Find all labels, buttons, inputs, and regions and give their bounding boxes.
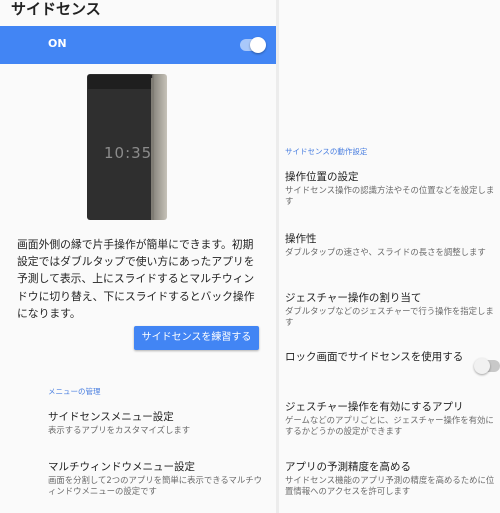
setting-title: 操作位置の設定 bbox=[285, 171, 359, 183]
master-switch-bar[interactable]: ON bbox=[0, 26, 276, 64]
toggle-knob bbox=[474, 358, 490, 374]
section-header-menu-management: メニューの管理 bbox=[48, 387, 101, 396]
setting-item-operation-position[interactable]: 操作位置の設定 サイドセンス操作の認識方法やその位置などを設定します bbox=[285, 170, 497, 207]
side-sense-main-panel: サイドセンス ON 10:35 画面外側の縁で片手操作が簡単にできます。初期設定… bbox=[0, 0, 276, 513]
setting-title: マルチウィンドウメニュー設定 bbox=[48, 461, 195, 473]
setting-title: 操作性 bbox=[285, 233, 317, 245]
setting-subtitle: ゲームなどのアプリごとに、ジェスチャー操作を有効にするかどうかの設定ができます bbox=[285, 415, 494, 436]
setting-subtitle: サイドセンス操作の認識方法やその位置などを設定します bbox=[285, 185, 495, 206]
setting-title: アプリの予測精度を高める bbox=[285, 461, 411, 473]
section-header-operation-settings: サイドセンスの動作設定 bbox=[285, 147, 368, 156]
setting-item-prediction-accuracy[interactable]: アプリの予測精度を高める サイドセンス機能のアプリ予測の精度を高めるために位置情… bbox=[285, 460, 497, 497]
setting-item-operability[interactable]: 操作性 ダブルタップの速さや、スライドの長さを調整します bbox=[285, 232, 497, 258]
setting-subtitle: 画面を分割して2つのアプリを簡単に表示できるマルチウィンドウメニューの設定です bbox=[48, 475, 262, 496]
feature-description: 画面外側の縁で片手操作が簡単にできます。初期設定ではダブルタップで使い方にあった… bbox=[17, 238, 255, 320]
setting-subtitle: サイドセンス機能のアプリ予測の精度を高めるために位置情報へのアクセスを許可します bbox=[285, 475, 495, 496]
setting-title: ジェスチャー操作を有効にするアプリ bbox=[285, 401, 464, 413]
setting-item-multi-window-menu[interactable]: マルチウィンドウメニュー設定 画面を分割して2つのアプリを簡単に表示できるマルチ… bbox=[48, 460, 268, 497]
setting-title: ジェスチャー操作の割り当て bbox=[285, 292, 422, 304]
setting-subtitle: 表示するアプリをカスタマイズします bbox=[48, 425, 191, 435]
lock-screen-toggle[interactable] bbox=[474, 358, 500, 374]
master-toggle[interactable] bbox=[240, 37, 266, 53]
setting-item-gesture-enabled-apps[interactable]: ジェスチャー操作を有効にするアプリ ゲームなどのアプリごとに、ジェスチャー操作を… bbox=[285, 400, 497, 437]
setting-item-side-sense-menu[interactable]: サイドセンスメニュー設定 表示するアプリをカスタマイズします bbox=[48, 410, 268, 436]
side-sense-operation-settings-panel: サイドセンスの動作設定 操作位置の設定 サイドセンス操作の認識方法やその位置など… bbox=[279, 0, 500, 513]
setting-title: サイドセンスメニュー設定 bbox=[48, 411, 174, 423]
setting-title: ロック画面でサイドセンスを使用する bbox=[285, 351, 464, 363]
setting-item-lock-screen-side-sense[interactable]: ロック画面でサイドセンスを使用する bbox=[285, 350, 465, 364]
practice-button[interactable]: サイドセンスを練習する bbox=[134, 326, 259, 350]
master-switch-label: ON bbox=[48, 37, 67, 50]
page-title: サイドセンス bbox=[11, 0, 101, 18]
setting-item-gesture-assignment[interactable]: ジェスチャー操作の割り当て ダブルタップなどのジェスチャーで行う操作を指定します bbox=[285, 291, 497, 328]
toggle-knob bbox=[250, 37, 266, 53]
setting-subtitle: ダブルタップなどのジェスチャーで行う操作を指定します bbox=[285, 306, 494, 327]
setting-subtitle: ダブルタップの速さや、スライドの長さを調整します bbox=[285, 247, 486, 257]
phone-clock: 10:35 bbox=[104, 144, 153, 162]
